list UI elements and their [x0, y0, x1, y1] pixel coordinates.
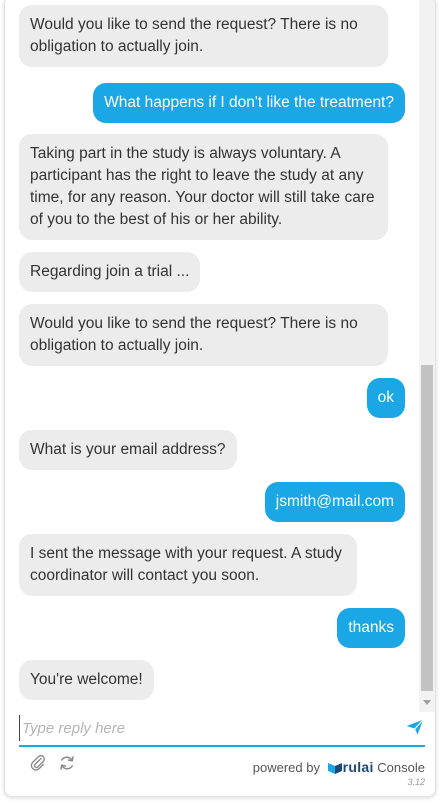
user-message: thanks [337, 608, 405, 648]
brand-name: rulai [342, 759, 374, 775]
scrollbar-thumb[interactable] [421, 365, 433, 691]
bot-message: Taking part in the study is always volun… [19, 134, 388, 240]
rulai-logo-icon [327, 763, 342, 774]
reply-composer [19, 713, 425, 747]
chat-widget: Would you like to send the request? Ther… [4, 0, 436, 797]
user-message: What happens if I don't like the treatme… [93, 83, 405, 123]
message-scrollbar[interactable] [419, 0, 435, 712]
powered-by-label: powered by [252, 760, 320, 775]
refresh-icon[interactable] [58, 754, 76, 772]
scroll-down-arrow-icon[interactable] [423, 700, 431, 705]
paperclip-icon[interactable] [29, 754, 47, 772]
send-icon[interactable] [405, 717, 425, 737]
bot-message: Regarding join a trial ... [19, 252, 201, 292]
bot-message: You're welcome! [19, 660, 154, 700]
powered-by: powered by rulai Console [253, 759, 425, 775]
reply-input[interactable] [19, 715, 394, 741]
widget-footer: powered by rulai Console 3.12 [5, 749, 435, 789]
user-message: jsmith@mail.com [264, 482, 405, 522]
console-label: Console [377, 760, 425, 775]
message-list: Would you like to send the request? Ther… [5, 0, 419, 712]
user-message: ok [366, 378, 405, 418]
bot-message: What is your email address? [19, 430, 237, 470]
version-label: 3.12 [407, 777, 425, 787]
bot-message: Would you like to send the request? Ther… [19, 304, 388, 366]
bot-message: I sent the message with your request. A … [19, 534, 357, 596]
bot-message: Would you like to send the request? Ther… [19, 5, 388, 67]
